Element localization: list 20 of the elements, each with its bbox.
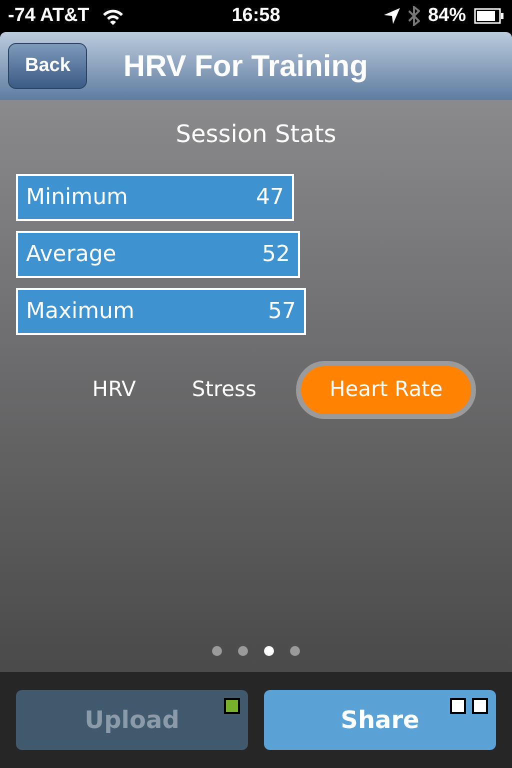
location-arrow-icon: [384, 8, 400, 24]
stat-value: 52: [262, 241, 290, 269]
bluetooth-icon: [408, 6, 420, 26]
segment-tab[interactable]: HRV: [76, 361, 152, 419]
stat-label: Minimum: [26, 184, 128, 212]
screen-title: HRV For Training: [123, 48, 368, 84]
section-title: Session Stats: [174, 119, 338, 150]
toolbar-button[interactable]: Share: [264, 690, 496, 750]
segment-tab[interactable]: Stress: [176, 361, 272, 419]
battery-icon: [474, 8, 504, 24]
carrier-name: -74 AT&T: [8, 4, 90, 28]
battery-percent: 84%: [428, 4, 466, 28]
stat-label: Maximum: [26, 298, 134, 326]
clock-time: 16:58: [230, 4, 282, 28]
wifi-icon: [101, 7, 126, 25]
segment-tab[interactable]: Heart Rate: [296, 361, 476, 419]
stat-label: Average: [26, 241, 116, 269]
back-button[interactable]: Back: [8, 43, 88, 89]
stat-value: 57: [268, 298, 296, 326]
stat-value: 47: [256, 184, 284, 212]
